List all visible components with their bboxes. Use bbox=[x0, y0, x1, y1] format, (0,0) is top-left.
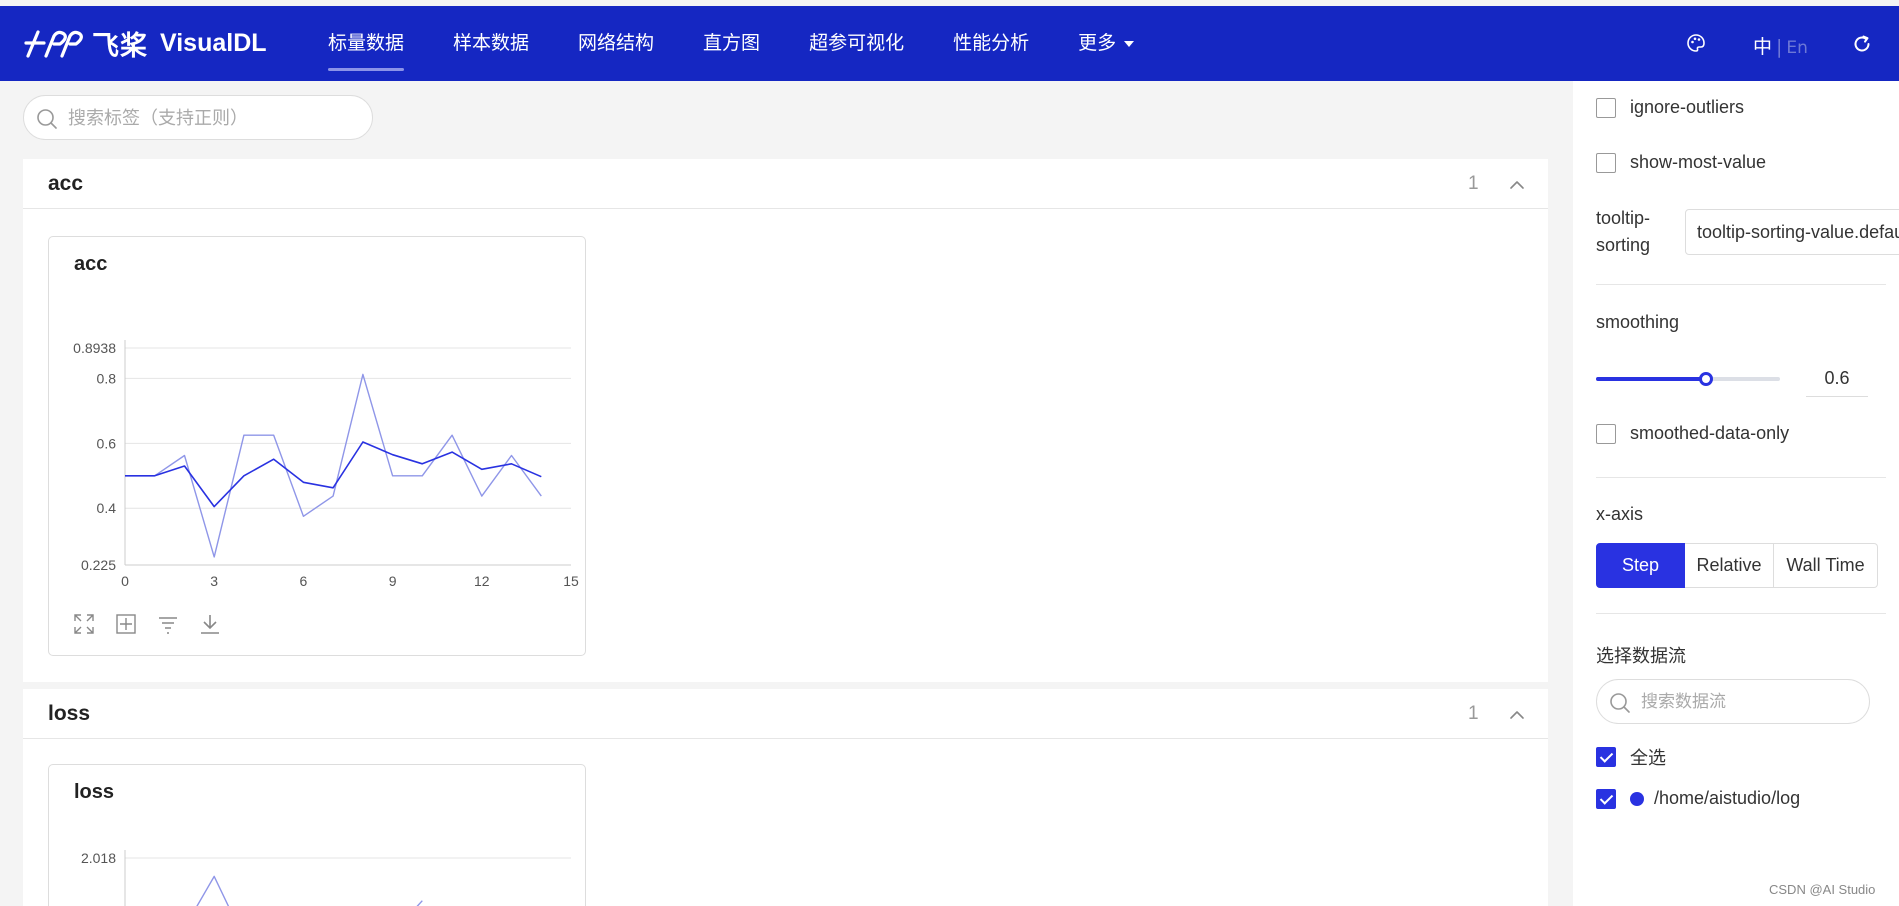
theme-palette-icon[interactable] bbox=[1686, 33, 1706, 58]
watermark-text: CSDN @AI Studio bbox=[1769, 882, 1876, 897]
tag-group-loss: loss 1 loss 1.82.018 bbox=[23, 689, 1548, 906]
y-tick-label: 0.8 bbox=[97, 370, 117, 386]
panel-divider bbox=[1596, 284, 1886, 285]
download-icon[interactable] bbox=[199, 613, 221, 640]
smoothed-data-only-label: smoothed-data-only bbox=[1630, 423, 1790, 443]
tooltip-sorting-label: tooltip-sorting bbox=[1596, 208, 1651, 255]
chart-card-acc: acc 0.225 0.4 0.6 0.8 0.8938 0 3 6 9 12 15 bbox=[48, 236, 586, 656]
legend-filter-icon[interactable] bbox=[157, 613, 179, 640]
language-switch[interactable]: 中 | En bbox=[1753, 32, 1808, 59]
tag-group-header[interactable]: loss 1 bbox=[23, 689, 1548, 739]
smoothed-data-only-option[interactable]: smoothed-data-only bbox=[1596, 423, 1789, 444]
run-name: /home/aistudio/log bbox=[1654, 788, 1801, 808]
panel-divider bbox=[1596, 477, 1886, 478]
tag-search-input[interactable] bbox=[68, 105, 358, 131]
lang-en-option[interactable]: En bbox=[1786, 38, 1808, 58]
raw-series-line bbox=[125, 373, 542, 558]
run-item[interactable]: /home/aistudio/log bbox=[1596, 788, 1800, 809]
nav-item-histogram[interactable]: 直方图 bbox=[703, 6, 760, 81]
chevron-up-icon[interactable] bbox=[1509, 707, 1525, 725]
chart-toolbar bbox=[73, 613, 221, 640]
x-axis-label: x-axis bbox=[1596, 504, 1644, 524]
lang-separator: | bbox=[1776, 36, 1783, 58]
x-tick-label: 3 bbox=[210, 573, 218, 589]
y-tick-label: 0.6 bbox=[97, 435, 117, 451]
search-icon bbox=[36, 108, 58, 135]
nav-item-graph[interactable]: 网络结构 bbox=[578, 6, 654, 81]
ignore-outliers-option[interactable]: ignore-outliers bbox=[1596, 97, 1744, 118]
search-icon bbox=[1609, 692, 1631, 719]
tag-group-count: 1 bbox=[1468, 703, 1479, 724]
show-most-value-label: show-most-value bbox=[1630, 152, 1767, 172]
line-chart-loss[interactable]: 1.82.018 bbox=[49, 820, 585, 906]
y-tick-label: 0.225 bbox=[81, 557, 116, 573]
app-logo[interactable]: 飞桨 VisualDL bbox=[24, 26, 267, 62]
tag-group-count: 1 bbox=[1468, 173, 1479, 194]
x-axis-relative-button[interactable]: Relative bbox=[1685, 543, 1774, 588]
chart-card-loss: loss 1.82.018 bbox=[48, 764, 586, 906]
x-tick-label: 0 bbox=[121, 573, 129, 589]
smoothed-data-only-checkbox[interactable] bbox=[1596, 423, 1616, 444]
y-tick-label: 0.4 bbox=[97, 500, 117, 516]
run-selector-title: 选择数据流 bbox=[1596, 646, 1686, 667]
tag-group-title: acc bbox=[48, 172, 84, 195]
refresh-icon[interactable] bbox=[1852, 34, 1872, 59]
logo-product-name: VisualDL bbox=[160, 28, 267, 57]
select-all-runs-option[interactable]: 全选 bbox=[1596, 744, 1666, 770]
smoothing-slider[interactable] bbox=[1596, 371, 1780, 387]
run-search-input[interactable] bbox=[1641, 689, 1861, 715]
select-all-checkbox[interactable] bbox=[1596, 747, 1616, 767]
nav-item-hyperparameters[interactable]: 超参可视化 bbox=[809, 6, 904, 81]
select-all-label: 全选 bbox=[1630, 748, 1666, 769]
y-tick-label: 0.8938 bbox=[73, 340, 116, 356]
x-tick-label: 12 bbox=[474, 573, 490, 589]
paddle-logo-icon bbox=[24, 30, 83, 58]
x-tick-label: 6 bbox=[300, 573, 308, 589]
panel-divider bbox=[1596, 613, 1886, 614]
nav-more-label: 更多 bbox=[1078, 32, 1117, 54]
x-tick-label: 15 bbox=[563, 573, 579, 589]
x-axis-selector: Step Relative Wall Time bbox=[1596, 543, 1878, 588]
chevron-up-icon[interactable] bbox=[1509, 177, 1525, 195]
x-tick-label: 9 bbox=[389, 573, 397, 589]
run-checkbox[interactable] bbox=[1596, 788, 1616, 809]
nav-item-more[interactable]: 更多 bbox=[1078, 6, 1135, 81]
ignore-outliers-checkbox[interactable] bbox=[1596, 97, 1616, 118]
logo-chinese-text: 飞桨 bbox=[92, 30, 148, 62]
top-nav-bar: 飞桨 VisualDL 标量数据 样本数据 网络结构 直方图 超参可视化 性能分… bbox=[0, 6, 1899, 81]
nav-item-samples[interactable]: 样本数据 bbox=[453, 6, 529, 81]
smoothing-value-input[interactable]: 0.6 bbox=[1806, 359, 1868, 397]
chart-card-title: loss bbox=[74, 781, 115, 803]
main-nav: 标量数据 样本数据 网络结构 直方图 超参可视化 性能分析 更多 bbox=[328, 6, 1183, 81]
nav-item-profiler[interactable]: 性能分析 bbox=[953, 6, 1029, 81]
ignore-outliers-label: ignore-outliers bbox=[1630, 97, 1745, 117]
restore-zoom-icon[interactable] bbox=[115, 613, 137, 640]
tag-group-acc: acc 1 acc 0.225 0.4 0.6 0.8 0.8938 0 3 6 9 12 15 bbox=[23, 159, 1548, 682]
lang-zh-option[interactable]: 中 bbox=[1753, 36, 1772, 58]
line-chart-acc[interactable]: 0.225 0.4 0.6 0.8 0.8938 0 3 6 9 12 15 bbox=[49, 292, 585, 607]
run-color-dot bbox=[1630, 791, 1644, 806]
tooltip-sorting-select[interactable]: tooltip-sorting-value.default bbox=[1685, 209, 1899, 255]
caret-down-icon bbox=[1124, 40, 1135, 47]
x-axis-wall-time-button[interactable]: Wall Time bbox=[1774, 543, 1878, 588]
run-search-box bbox=[1596, 679, 1870, 724]
nav-item-scalar[interactable]: 标量数据 bbox=[328, 6, 405, 81]
show-most-value-option[interactable]: show-most-value bbox=[1596, 152, 1766, 173]
show-most-value-checkbox[interactable] bbox=[1596, 152, 1616, 173]
fullscreen-icon[interactable] bbox=[73, 613, 95, 640]
app-root: 飞桨 VisualDL 标量数据 样本数据 网络结构 直方图 超参可视化 性能分… bbox=[0, 0, 1899, 906]
slider-fill bbox=[1596, 377, 1707, 381]
tag-search-box bbox=[23, 95, 373, 140]
chart-card-title: acc bbox=[74, 253, 108, 275]
raw-series-line bbox=[196, 875, 423, 906]
tag-group-title: loss bbox=[48, 702, 91, 725]
x-axis-step-button[interactable]: Step bbox=[1596, 543, 1685, 588]
slider-thumb[interactable] bbox=[1699, 372, 1714, 386]
y-tick-label: 2.018 bbox=[81, 850, 116, 866]
tag-group-header[interactable]: acc 1 bbox=[23, 159, 1548, 209]
smoothing-label: smoothing bbox=[1596, 312, 1680, 332]
settings-panel: ignore-outliers show-most-value tooltip-… bbox=[1573, 81, 1899, 906]
